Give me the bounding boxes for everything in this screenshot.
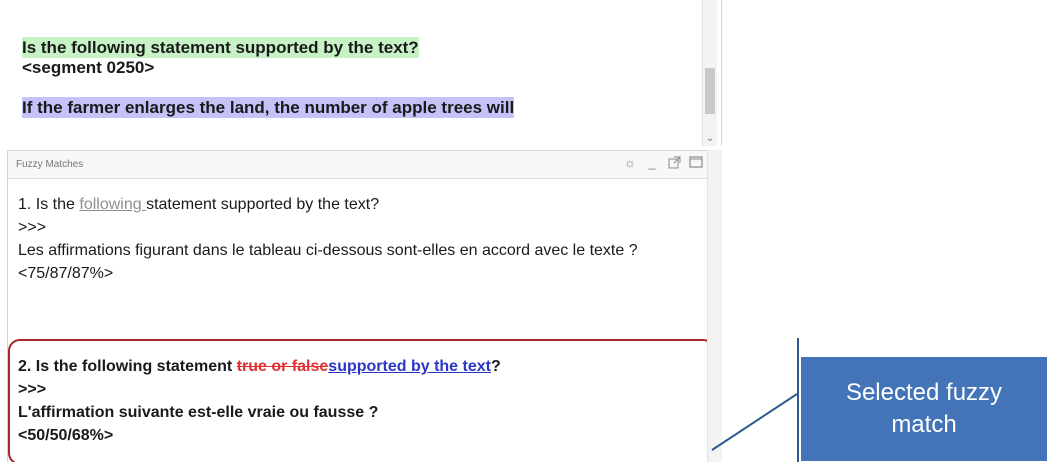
callout-bar	[797, 338, 799, 462]
callout-text: Selected fuzzy match	[845, 379, 1003, 438]
callout-box: Selected fuzzy match	[801, 357, 1047, 461]
page: Is the following statement supported by …	[0, 0, 1047, 462]
